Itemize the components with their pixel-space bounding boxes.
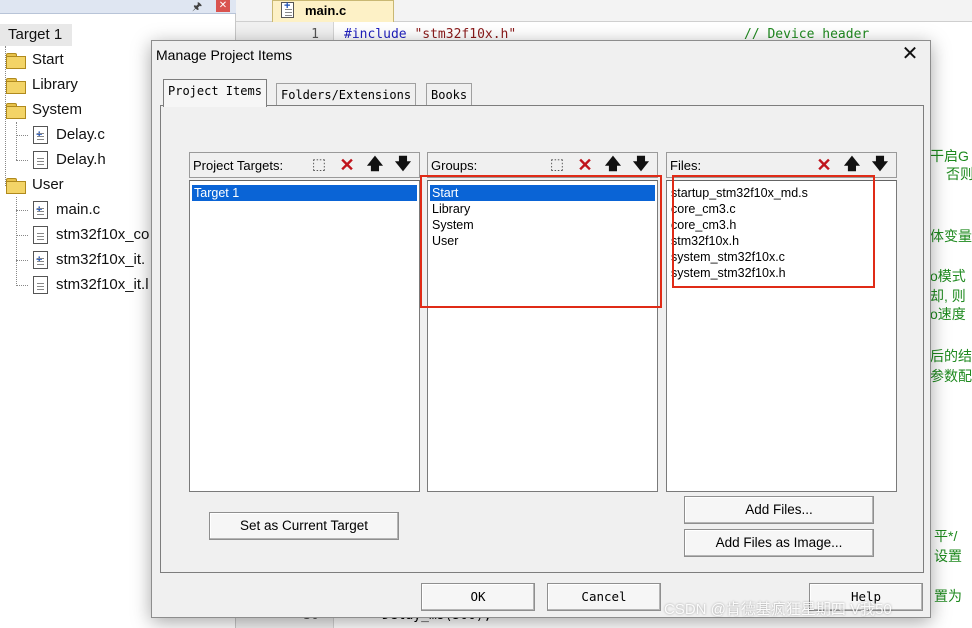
move-down-icon[interactable]: 🡇 xyxy=(869,154,891,176)
tree-group-start[interactable]: Start xyxy=(0,49,100,71)
comment-fragment: 否则 xyxy=(946,166,972,182)
editor-tab-strip: main.c xyxy=(236,0,972,22)
header-file-icon xyxy=(33,276,48,294)
close-pane-icon[interactable]: ✕ xyxy=(216,0,230,12)
close-icon[interactable]: ✕ xyxy=(900,44,920,65)
editor-tab-main-c[interactable]: main.c xyxy=(272,0,394,22)
tree-item-label: Delay.h xyxy=(56,151,106,168)
tree-item-label: stm32f10x_it. xyxy=(56,251,146,268)
folder-open-icon xyxy=(6,178,26,194)
comment-fragment: 设置 xyxy=(934,548,962,564)
tree-item-label: stm32f10x_co xyxy=(56,226,150,243)
groups-label: Groups: xyxy=(431,158,478,173)
tab-books[interactable]: Books xyxy=(426,83,473,107)
comment-fragment: 体变量 xyxy=(930,228,972,244)
tab-project-items[interactable]: Project Items xyxy=(163,79,267,107)
tree-file-stm32f10x-it-c[interactable]: stm32f10x_it. xyxy=(0,249,150,271)
new-group-icon[interactable]: ⬚ xyxy=(546,154,568,176)
comment-fragment: 置为 xyxy=(934,588,962,604)
groups-highlight-box xyxy=(420,175,662,308)
delete-file-icon[interactable]: ✕ xyxy=(813,154,835,176)
new-target-icon[interactable]: ⬚ xyxy=(308,154,330,176)
comment-fragment: 后的结 xyxy=(930,348,972,364)
c-file-icon xyxy=(33,199,48,221)
c-file-icon xyxy=(281,0,294,18)
c-file-icon xyxy=(33,249,48,271)
tree-file-delay-c[interactable]: Delay.c xyxy=(0,124,130,146)
move-down-icon[interactable]: 🡇 xyxy=(392,154,414,176)
tree-item-label: System xyxy=(32,101,83,118)
tree-group-user[interactable]: User xyxy=(0,174,100,196)
dialog-title: Manage Project Items xyxy=(156,47,293,63)
tree-item-label: Start xyxy=(32,51,64,68)
pin-icon[interactable]: 🖈 xyxy=(192,0,202,17)
header-file-icon xyxy=(33,151,48,169)
editor-tab-label: main.c xyxy=(305,3,347,18)
targets-list[interactable]: Target 1 xyxy=(189,180,420,492)
add-files-button[interactable]: Add Files... xyxy=(684,496,874,524)
folder-icon xyxy=(6,53,26,69)
c-file-icon xyxy=(33,124,48,146)
targets-label: Project Targets: xyxy=(193,158,284,173)
delete-target-icon[interactable]: ✕ xyxy=(336,154,358,176)
tree-file-main-c[interactable]: main.c xyxy=(0,199,150,221)
tree-group-system[interactable]: System xyxy=(0,99,100,121)
files-highlight-box xyxy=(672,175,875,288)
tree-file-stm32f10x-it-h[interactable]: stm32f10x_it.l xyxy=(0,274,150,296)
cancel-button[interactable]: Cancel xyxy=(547,583,661,611)
tree-file-delay-h[interactable]: Delay.h xyxy=(0,149,130,171)
comment-fragment: 干启G xyxy=(930,148,969,164)
tree-item-label: main.c xyxy=(56,201,101,218)
targets-header: Project Targets: ⬚ ✕ 🡅 🡇 xyxy=(189,152,420,178)
comment-fragment: o模式 xyxy=(930,268,966,284)
tree-group-library[interactable]: Library xyxy=(0,74,100,96)
move-down-icon[interactable]: 🡇 xyxy=(630,154,652,176)
tree-file-stm32f10x-conf[interactable]: stm32f10x_co xyxy=(0,224,150,246)
comment-fragment: 却, 则 xyxy=(930,288,966,304)
project-pane-titlebar: 🖈 ✕ xyxy=(0,0,236,14)
delete-group-icon[interactable]: ✕ xyxy=(574,154,596,176)
move-up-icon[interactable]: 🡅 xyxy=(841,154,863,176)
files-label: Files: xyxy=(670,158,702,173)
move-up-icon[interactable]: 🡅 xyxy=(364,154,386,176)
ok-button[interactable]: OK xyxy=(421,583,535,611)
folder-open-icon xyxy=(6,103,26,119)
watermark: CSDN @肯德基疯狂星期四 V我50 xyxy=(664,601,892,618)
add-files-as-image-button[interactable]: Add Files as Image... xyxy=(684,529,874,557)
tree-item-label: User xyxy=(32,176,64,193)
tree-item-label: Delay.c xyxy=(56,126,105,143)
tree-item-label: stm32f10x_it.l xyxy=(56,276,149,293)
move-up-icon[interactable]: 🡅 xyxy=(602,154,624,176)
tab-folders-extensions[interactable]: Folders/Extensions xyxy=(276,83,417,107)
list-item-target[interactable]: Target 1 xyxy=(192,185,417,201)
tree-item-target[interactable]: Target 1 xyxy=(0,24,72,46)
tree-item-label: Library xyxy=(32,76,78,93)
set-current-target-button[interactable]: Set as Current Target xyxy=(209,512,399,540)
manage-project-items-dialog: Manage Project Items ✕ Project Items Fol… xyxy=(151,40,931,618)
comment-fragment: 参数配 xyxy=(930,368,972,384)
comment-fragment: 平*/ xyxy=(934,528,958,544)
folder-icon xyxy=(6,78,26,94)
comment-fragment: o速度 xyxy=(930,306,966,322)
tree-item-label: Target 1 xyxy=(8,26,63,43)
header-file-icon xyxy=(33,226,48,244)
